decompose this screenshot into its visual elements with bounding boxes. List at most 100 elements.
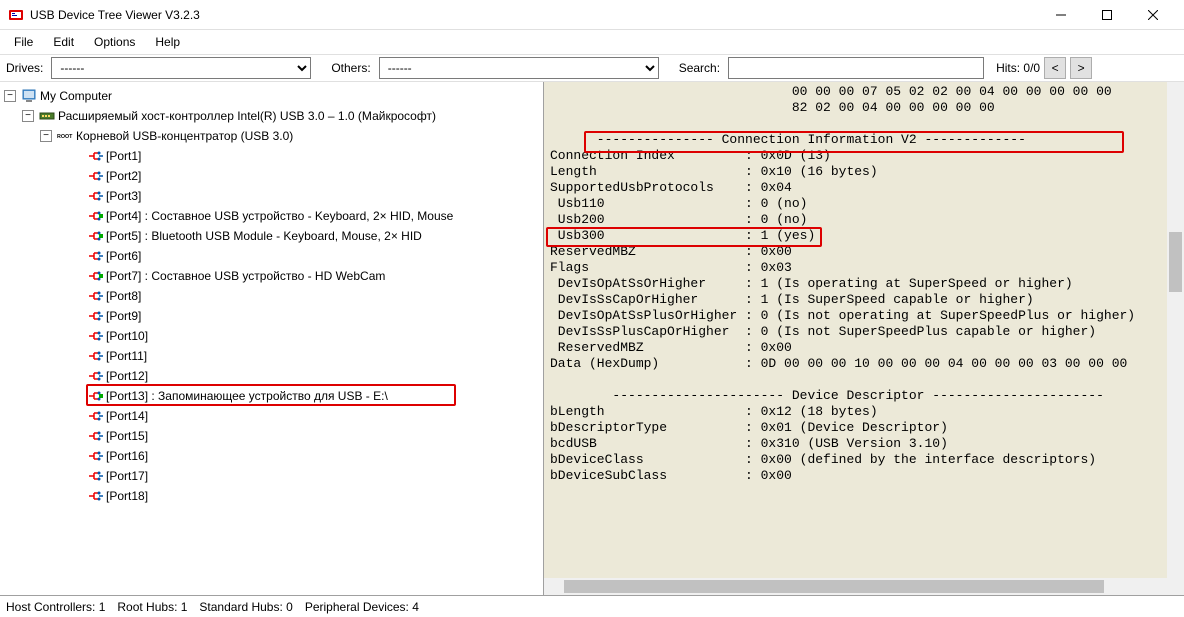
port-label: [Port17] [106,469,148,483]
tree-port[interactable]: [Port7] : Составное USB устройство - HD … [2,266,541,286]
vertical-scrollbar[interactable] [1167,82,1184,578]
drives-select[interactable]: ------ [51,57,311,79]
statusbar: Host Controllers: 1 Root Hubs: 1 Standar… [0,595,1184,617]
scroll-corner [1167,578,1184,595]
port-icon [87,268,103,284]
tree-port[interactable]: [Port17] [2,466,541,486]
tree-panel[interactable]: − My Computer − Расширяемый хост-контрол… [0,82,544,595]
port-label: [Port2] [106,169,141,183]
tree-controller[interactable]: − Расширяемый хост-контроллер Intel(R) U… [2,106,541,126]
port-icon [87,168,103,184]
port-label: [Port12] [106,369,148,383]
port-icon [87,368,103,384]
window-title: USB Device Tree Viewer V3.2.3 [30,8,1038,22]
port-icon [87,248,103,264]
port-icon [87,448,103,464]
tree-port[interactable]: [Port14] [2,406,541,426]
port-icon [87,188,103,204]
status-host-controllers: Host Controllers: 1 [6,600,105,614]
content: − My Computer − Расширяемый хост-контрол… [0,82,1184,595]
tree-port[interactable]: [Port1] [2,146,541,166]
port-label: [Port1] [106,149,141,163]
port-label: [Port16] [106,449,148,463]
tree-port[interactable]: [Port12] [2,366,541,386]
menu-options[interactable]: Options [84,33,145,51]
menu-file[interactable]: File [4,33,43,51]
port-icon [87,208,103,224]
tree-port[interactable]: [Port16] [2,446,541,466]
tree-root[interactable]: − My Computer [2,86,541,106]
prev-hit-button[interactable]: < [1044,57,1066,79]
tree-port[interactable]: [Port13] : Запоминающее устройство для U… [2,386,541,406]
port-icon [87,348,103,364]
others-label: Others: [331,61,370,75]
port-icon [87,148,103,164]
titlebar: USB Device Tree Viewer V3.2.3 [0,0,1184,30]
tree-port[interactable]: [Port6] [2,246,541,266]
tree-hub-label: Корневой USB-концентратор (USB 3.0) [76,129,293,143]
status-root-hubs: Root Hubs: 1 [117,600,187,614]
next-hit-button[interactable]: > [1070,57,1092,79]
collapse-icon[interactable]: − [22,110,34,122]
port-label: [Port8] [106,289,141,303]
vertical-scroll-thumb[interactable] [1169,232,1182,292]
controller-icon [39,108,55,124]
svg-text:ROOT: ROOT [57,134,73,140]
collapse-icon[interactable]: − [40,130,52,142]
port-icon [87,328,103,344]
tree-port[interactable]: [Port3] [2,186,541,206]
tree-port[interactable]: [Port18] [2,486,541,506]
port-icon [87,488,103,504]
port-label: [Port4] : Составное USB устройство - Key… [106,209,453,223]
tree-root-label: My Computer [40,89,112,103]
app-icon [8,7,24,23]
menu-edit[interactable]: Edit [43,33,84,51]
tree-hub[interactable]: − ROOT Корневой USB-концентратор (USB 3.… [2,126,541,146]
status-standard-hubs: Standard Hubs: 0 [199,600,292,614]
port-icon [87,308,103,324]
port-label: [Port18] [106,489,148,503]
port-label: [Port7] : Составное USB устройство - HD … [106,269,385,283]
port-label: [Port13] : Запоминающее устройство для U… [106,389,388,403]
horizontal-scroll-thumb[interactable] [564,580,1104,593]
detail-text: 00 00 00 07 05 02 02 00 04 00 00 00 00 0… [544,82,1184,486]
search-input[interactable] [728,57,984,79]
hits-label: Hits: 0/0 [996,61,1040,75]
port-label: [Port6] [106,249,141,263]
port-label: [Port15] [106,429,148,443]
search-label: Search: [679,61,720,75]
toolbar: Drives: ------ Others: ------ Search: Hi… [0,54,1184,82]
detail-panel[interactable]: 00 00 00 07 05 02 02 00 04 00 00 00 00 0… [544,82,1184,595]
tree-port[interactable]: [Port5] : Bluetooth USB Module - Keyboar… [2,226,541,246]
close-button[interactable] [1130,0,1176,30]
port-label: [Port11] [106,349,147,363]
tree-port[interactable]: [Port15] [2,426,541,446]
others-select[interactable]: ------ [379,57,659,79]
tree-port[interactable]: [Port8] [2,286,541,306]
drives-label: Drives: [6,61,43,75]
tree-port[interactable]: [Port11] [2,346,541,366]
computer-icon [21,88,37,104]
port-label: [Port3] [106,189,141,203]
status-peripheral: Peripheral Devices: 4 [305,600,419,614]
port-icon [87,288,103,304]
tree-port[interactable]: [Port9] [2,306,541,326]
menu-help[interactable]: Help [145,33,190,51]
window-controls [1038,0,1176,30]
collapse-icon[interactable]: − [4,90,16,102]
tree-controller-label: Расширяемый хост-контроллер Intel(R) USB… [58,109,436,123]
port-icon [87,228,103,244]
port-icon [87,388,103,404]
port-icon [87,408,103,424]
port-label: [Port10] [106,329,148,343]
horizontal-scrollbar[interactable] [544,578,1167,595]
tree-port[interactable]: [Port2] [2,166,541,186]
maximize-button[interactable] [1084,0,1130,30]
tree-port[interactable]: [Port4] : Составное USB устройство - Key… [2,206,541,226]
tree-port[interactable]: [Port10] [2,326,541,346]
root-hub-icon: ROOT [57,128,73,144]
port-icon [87,428,103,444]
minimize-button[interactable] [1038,0,1084,30]
port-icon [87,468,103,484]
port-label: [Port14] [106,409,148,423]
